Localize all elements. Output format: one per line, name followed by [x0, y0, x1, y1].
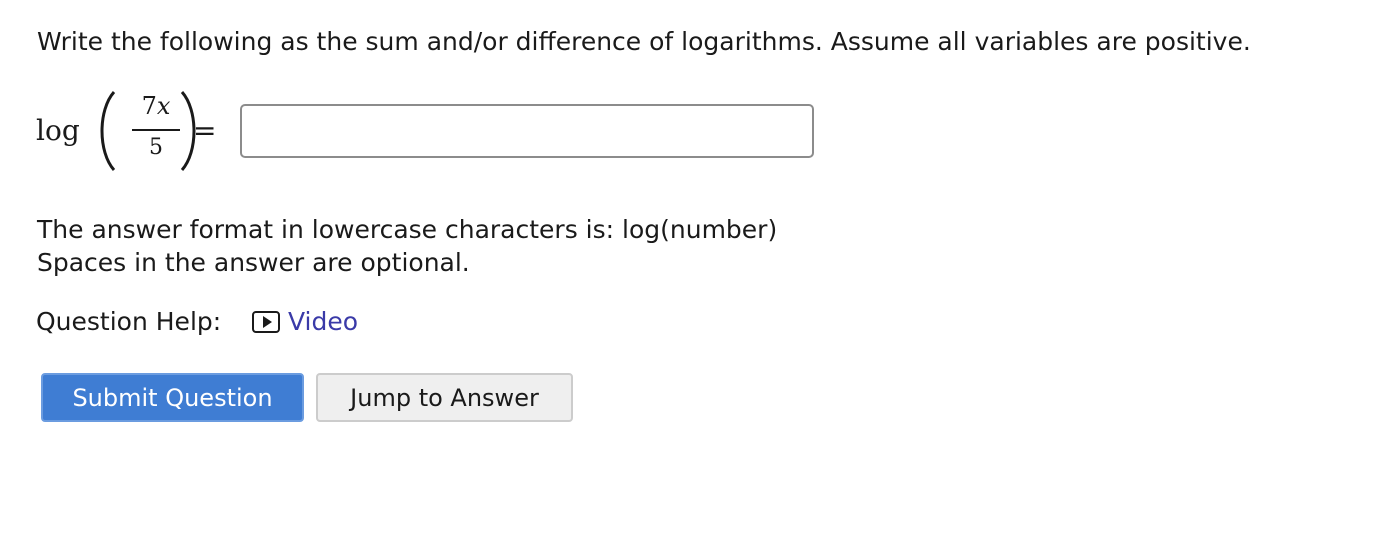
question-help-label: Question Help:	[36, 307, 222, 336]
fraction-denominator: 5	[149, 135, 163, 160]
answer-input[interactable]	[240, 104, 814, 158]
question-prompt: Write the following as the sum and/or di…	[37, 27, 1251, 56]
log-expression: log 7x 5 =	[36, 88, 836, 178]
spaces-line: Spaces in the answer are optional.	[37, 248, 470, 277]
format-line: The answer format in lowercase character…	[37, 215, 778, 244]
fraction: 7x 5	[132, 88, 180, 174]
video-link-label: Video	[288, 307, 359, 336]
submit-question-button[interactable]: Submit Question	[41, 373, 304, 422]
answer-format-instructions: The answer format in lowercase character…	[37, 213, 777, 279]
log-function: log	[36, 114, 80, 147]
fraction-bar	[132, 129, 180, 131]
play-video-icon	[252, 311, 280, 333]
fraction-numerator: 7x	[141, 92, 171, 120]
equals-sign: =	[193, 114, 217, 147]
left-paren	[100, 91, 116, 171]
jump-to-answer-button[interactable]: Jump to Answer	[316, 373, 573, 422]
video-help-link[interactable]: Video	[252, 305, 358, 339]
